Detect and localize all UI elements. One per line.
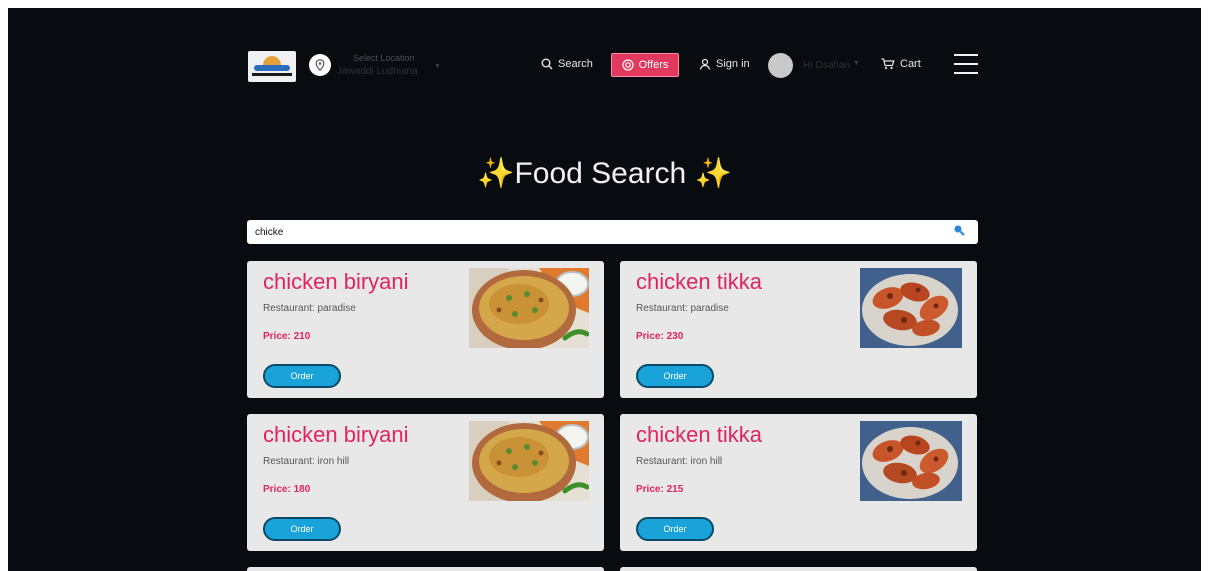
hamburger-menu-icon[interactable]: [954, 54, 978, 74]
food-price: Price: 180: [263, 484, 311, 495]
brand-logo[interactable]: [248, 51, 296, 82]
restaurant-name: Restaurant: iron hill: [263, 456, 350, 467]
search-icon: [541, 58, 553, 70]
sparkles-icon: ✨: [694, 157, 732, 190]
food-name[interactable]: chicken tikka: [636, 422, 762, 448]
restaurant-name: Restaurant: iron hill: [636, 456, 723, 467]
avatar[interactable]: [768, 53, 793, 78]
page-title: ✨Food Search ✨: [8, 156, 1201, 191]
food-card: chicken biryani Restaurant: paradise Pri…: [247, 261, 604, 398]
offers-label: Offers: [638, 59, 669, 71]
restaurant-name: Restaurant: paradise: [263, 303, 356, 314]
food-name[interactable]: chicken biryani: [263, 269, 409, 295]
food-card: chicken biryani Restaurant: iron hill Pr…: [247, 414, 604, 551]
sparkles-icon: ✨: [477, 157, 515, 190]
food-image-biryani[interactable]: [469, 421, 589, 501]
nav-signin[interactable]: Sign in: [699, 58, 750, 70]
food-card-partial: [247, 567, 604, 571]
page: Select Location Jawaddi Ludhiana ▼ Searc…: [8, 8, 1201, 571]
food-name[interactable]: chicken tikka: [636, 269, 762, 295]
target-icon: [622, 59, 634, 71]
user-greeting[interactable]: Hi Osahan: [803, 60, 850, 71]
offers-button[interactable]: Offers: [611, 53, 679, 77]
search-icon[interactable]: [953, 224, 965, 236]
food-image-biryani[interactable]: [469, 268, 589, 348]
location-pin-icon[interactable]: [309, 54, 331, 76]
location-value[interactable]: Jawaddi Ludhiana: [337, 66, 418, 77]
nav-search[interactable]: Search: [541, 58, 593, 70]
order-button[interactable]: Order: [263, 517, 341, 541]
signin-label: Sign in: [716, 58, 750, 70]
food-price: Price: 230: [636, 331, 684, 342]
user-chevron-down-icon[interactable]: ▼: [853, 60, 860, 67]
navbar: Select Location Jawaddi Ludhiana ▼ Searc…: [8, 8, 1201, 123]
food-search-input[interactable]: [255, 225, 935, 239]
food-image-tikka[interactable]: [860, 268, 962, 348]
food-search-box: [247, 220, 978, 244]
food-price: Price: 215: [636, 484, 684, 495]
order-button[interactable]: Order: [636, 364, 714, 388]
restaurant-name: Restaurant: paradise: [636, 303, 729, 314]
food-card: chicken tikka Restaurant: iron hill Pric…: [620, 414, 977, 551]
food-name[interactable]: chicken biryani: [263, 422, 409, 448]
chevron-down-icon[interactable]: ▼: [434, 63, 441, 70]
food-price: Price: 210: [263, 331, 311, 342]
cart-label: Cart: [900, 58, 921, 70]
user-icon: [699, 58, 711, 70]
food-card-partial: [620, 567, 977, 571]
order-button[interactable]: Order: [636, 517, 714, 541]
food-card: chicken tikka Restaurant: paradise Price…: [620, 261, 977, 398]
food-image-tikka[interactable]: [860, 421, 962, 501]
order-button[interactable]: Order: [263, 364, 341, 388]
nav-search-label: Search: [558, 58, 593, 70]
page-title-text: Food Search: [514, 157, 687, 190]
cart-icon: [881, 58, 895, 70]
location-label: Select Location: [353, 53, 415, 63]
nav-cart[interactable]: Cart: [881, 58, 921, 70]
